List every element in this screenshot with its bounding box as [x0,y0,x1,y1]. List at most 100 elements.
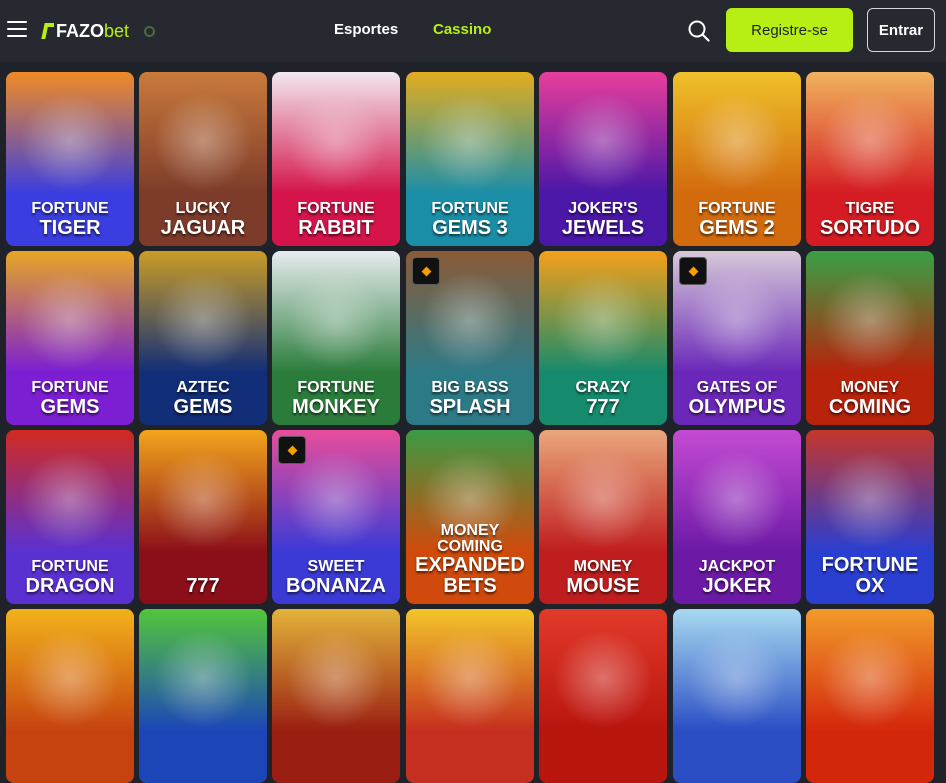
game-artwork [806,609,934,783]
game-title: Lucky Jaguar [139,200,267,239]
game-title-line2: Expanded Bets [415,554,525,597]
game-title-line1: Money [840,379,900,397]
game-title-line1: Crazy [575,379,631,397]
game-tile[interactable]: Gates of Olympus [673,251,801,425]
drops-wins-badge-icon [412,257,440,285]
game-title: Fortune Ox [806,555,934,596]
game-tile[interactable] [539,609,667,783]
game-tile[interactable] [406,609,534,783]
game-title-line1: Joker's [568,200,638,218]
game-title: Fortune Monkey [272,379,400,418]
game-title-line2: Jewels [561,216,645,239]
game-title-line1: Tigre [845,200,895,218]
game-tile[interactable]: Joker's Jewels [539,72,667,246]
game-title: Big Bass Splash [406,379,534,418]
top-bar: FAZO bet Esportes Cassino Registre-se Ent… [0,0,946,62]
game-tile[interactable]: Fortune Tiger [6,72,134,246]
logo-badge-icon [144,25,156,37]
game-title-line1: Big Bass [431,379,509,397]
game-title: Crazy 777 [539,379,667,418]
game-artwork [6,609,134,783]
game-title-line2: Tiger [39,216,101,239]
game-title-line1: Fortune [31,200,109,218]
register-button[interactable]: Registre-se [726,8,853,52]
game-tile[interactable]: Fortune Rabbit [272,72,400,246]
logo-main-text: FAZO [56,20,104,41]
game-tile[interactable]: Fortune Ox [806,430,934,604]
game-tile[interactable]: Jackpot Joker [673,430,801,604]
game-title-line1: Gates of [696,379,778,397]
game-title: Money Coming [806,379,934,417]
game-tile[interactable] [272,609,400,783]
game-title: Fortune Gems [6,379,134,418]
game-tile[interactable]: Crazy 777 [539,251,667,425]
game-title: Aztec Gems [139,379,267,418]
game-artwork [406,609,534,783]
login-button[interactable]: Entrar [867,8,935,52]
game-tile[interactable]: Fortune Gems [6,251,134,425]
logo-mark-icon [43,22,54,40]
game-tile[interactable]: Money Mouse [539,430,667,604]
game-title: Fortune Rabbit [272,200,400,239]
game-title-line1: Aztec [176,379,230,397]
game-title-line2: Sortudo [820,216,920,239]
game-title: Fortune Dragon [6,558,134,597]
game-artwork [272,609,400,783]
game-title: Joker's Jewels [539,200,667,239]
game-title: Jackpot Joker [673,558,801,596]
game-title-line2: Splash [429,395,511,418]
game-title-line1: Money Coming [437,521,503,555]
game-tile[interactable]: Fortune Dragon [6,430,134,604]
game-tile[interactable]: Money Coming Expanded Bets [406,430,534,604]
game-title: 777 [139,574,267,597]
game-tile[interactable]: Lucky Jaguar [139,72,267,246]
game-title: Money Mouse [539,558,667,597]
game-tile[interactable] [673,609,801,783]
game-title-line2: Gems 2 [699,216,775,239]
game-title-line2: Gems 3 [432,216,508,239]
game-title-line1: Jackpot [698,558,776,576]
game-title-line2: Bonanza [286,574,386,597]
game-tile[interactable]: Fortune Gems 3 [406,72,534,246]
game-tile[interactable]: Fortune Monkey [272,251,400,425]
game-title-line2: Gems [173,395,233,418]
game-title-line2: Monkey [292,395,380,418]
game-title: Fortune Tiger [6,200,134,239]
game-tile[interactable]: Aztec Gems [139,251,267,425]
search-icon[interactable] [688,20,710,42]
game-tile[interactable]: 777 [139,430,267,604]
game-title-line2: Mouse [566,574,640,597]
game-title-line2: 777 [186,574,220,597]
game-title-line1: Fortune [698,200,776,218]
game-tile[interactable]: Big Bass Splash [406,251,534,425]
nav-casino[interactable]: Cassino [433,21,491,38]
game-title-line1: Sweet [307,558,365,576]
game-tile[interactable]: Money Coming [806,251,934,425]
game-title-line1: Fortune [297,379,375,397]
game-title-line2: Olympus [688,395,786,418]
game-title-line2: 777 [586,395,620,418]
game-tile[interactable] [139,609,267,783]
game-grid: Fortune Tiger Lucky Jaguar Fortune Rabbit Fort… [0,62,946,783]
game-title-line2: Jaguar [160,216,246,239]
game-title-line1: Fortune [31,558,109,576]
game-tile[interactable] [6,609,134,783]
fazobet-logo[interactable]: FAZO bet [43,18,156,44]
game-title: Tigre Sortudo [806,200,934,239]
game-title-line2: Gems [40,395,100,418]
game-tile[interactable] [806,609,934,783]
game-title: Fortune Gems 3 [406,200,534,239]
game-title-line2: Fortune Ox [821,554,919,597]
game-artwork [673,609,801,783]
game-title: Fortune Gems 2 [673,200,801,239]
game-title-line2: Rabbit [298,216,374,239]
game-title-line1: Fortune [431,200,509,218]
game-tile[interactable]: Fortune Gems 2 [673,72,801,246]
hamburger-menu-icon[interactable] [7,21,27,39]
game-artwork [139,609,267,783]
game-tile[interactable]: Sweet Bonanza [272,430,400,604]
game-title: Money Coming Expanded Bets [406,521,534,597]
game-tile[interactable]: Tigre Sortudo [806,72,934,246]
nav-sports[interactable]: Esportes [334,21,398,38]
game-title-line2: Dragon [25,574,115,597]
